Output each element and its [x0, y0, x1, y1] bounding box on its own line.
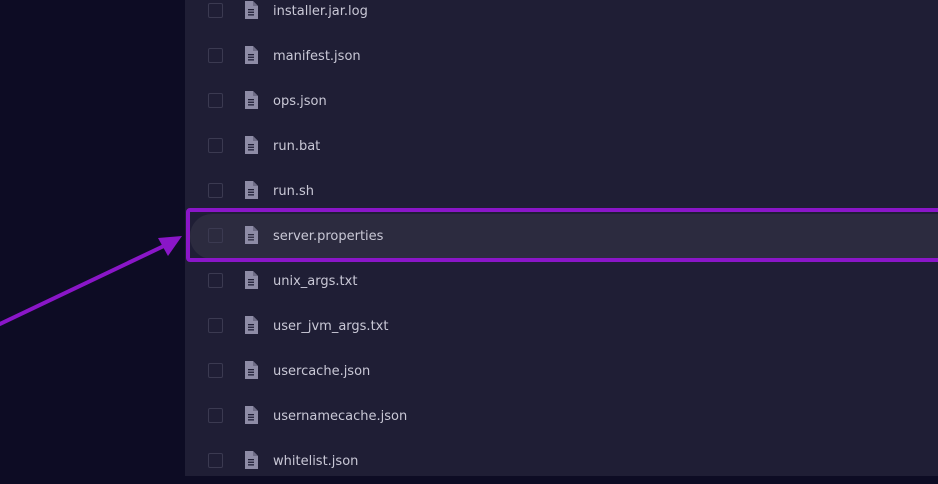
file-row-ops-json[interactable]: ops.json	[190, 79, 938, 124]
file-name[interactable]: server.properties	[273, 214, 383, 259]
file-name[interactable]: user_jvm_args.txt	[273, 304, 388, 349]
file-name[interactable]: run.bat	[273, 124, 320, 169]
file-icon	[245, 46, 258, 64]
file-icon	[245, 361, 258, 379]
file-name[interactable]: run.sh	[273, 169, 314, 214]
file-name[interactable]: ops.json	[273, 79, 327, 124]
file-icon	[245, 271, 258, 289]
file-icon	[245, 316, 258, 334]
file-icon	[245, 181, 258, 199]
row-checkbox[interactable]	[208, 3, 223, 18]
file-name[interactable]: manifest.json	[273, 34, 361, 79]
file-row-usercache-json[interactable]: usercache.json	[190, 349, 938, 394]
file-name[interactable]: installer.jar.log	[273, 0, 368, 34]
row-checkbox[interactable]	[208, 318, 223, 333]
file-row-usernamecache-json[interactable]: usernamecache.json	[190, 394, 938, 439]
sidebar	[0, 0, 185, 476]
file-icon	[245, 91, 258, 109]
row-checkbox[interactable]	[208, 138, 223, 153]
row-checkbox[interactable]	[208, 93, 223, 108]
row-checkbox[interactable]	[208, 183, 223, 198]
file-row-user-jvm-args-txt[interactable]: user_jvm_args.txt	[190, 304, 938, 349]
file-icon	[245, 406, 258, 424]
row-checkbox[interactable]	[208, 408, 223, 423]
file-name[interactable]: whitelist.json	[273, 439, 358, 484]
row-checkbox[interactable]	[208, 273, 223, 288]
file-row-server-properties[interactable]: server.properties	[190, 214, 938, 259]
file-row-manifest-json[interactable]: manifest.json	[190, 34, 938, 79]
file-name[interactable]: usernamecache.json	[273, 394, 407, 439]
row-checkbox[interactable]	[208, 48, 223, 63]
file-row-unix-args-txt[interactable]: unix_args.txt	[190, 259, 938, 304]
file-row-run-bat[interactable]: run.bat	[190, 124, 938, 169]
file-row-run-sh[interactable]: run.sh	[190, 169, 938, 214]
file-row-installer-jar-log[interactable]: installer.jar.log	[190, 0, 938, 34]
file-name[interactable]: usercache.json	[273, 349, 370, 394]
file-icon	[245, 451, 258, 469]
file-icon	[245, 136, 258, 154]
file-icon	[245, 226, 258, 244]
row-checkbox[interactable]	[208, 228, 223, 243]
file-name[interactable]: unix_args.txt	[273, 259, 357, 304]
row-checkbox[interactable]	[208, 363, 223, 378]
file-row-whitelist-json[interactable]: whitelist.json	[190, 439, 938, 484]
file-icon	[245, 1, 258, 19]
row-checkbox[interactable]	[208, 453, 223, 468]
